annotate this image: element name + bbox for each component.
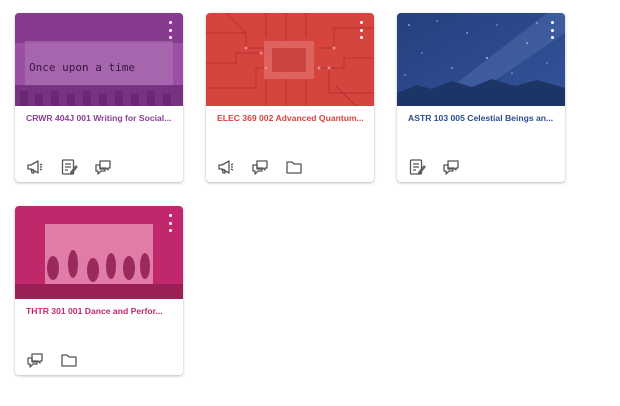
course-card[interactable]: ASTR 103 005 Celestial Beings an...	[397, 13, 565, 182]
course-dashboard: Once upon a time CRWR 404J 001 Writing f…	[0, 0, 620, 406]
card-options-menu-button[interactable]	[547, 21, 557, 39]
circuit-board-image	[206, 13, 374, 106]
course-title-link[interactable]: THTR 301 001 Dance and Perfor...	[26, 306, 176, 316]
card-options-menu-button[interactable]	[165, 21, 175, 39]
course-card-hero-image[interactable]: Once upon a time	[15, 13, 183, 106]
course-card[interactable]: Once upon a time CRWR 404J 001 Writing f…	[15, 13, 183, 182]
assignments-icon[interactable]	[60, 158, 78, 176]
card-action-bar	[217, 158, 303, 176]
discussions-icon[interactable]	[26, 351, 44, 369]
card-action-bar	[408, 158, 460, 176]
discussions-icon[interactable]	[251, 158, 269, 176]
course-title-link[interactable]: ASTR 103 005 Celestial Beings an...	[408, 113, 558, 123]
course-title-link[interactable]: CRWR 404J 001 Writing for Social...	[26, 113, 176, 123]
card-action-bar	[26, 158, 112, 176]
discussions-icon[interactable]	[442, 158, 460, 176]
typewriter-image: Once upon a time	[15, 13, 183, 106]
files-icon[interactable]	[285, 158, 303, 176]
card-action-bar	[26, 351, 78, 369]
course-title-link[interactable]: ELEC 369 002 Advanced Quantum...	[217, 113, 367, 123]
milky-way-image	[397, 13, 565, 106]
assignments-icon[interactable]	[408, 158, 426, 176]
card-options-menu-button[interactable]	[356, 21, 366, 39]
announcements-icon[interactable]	[217, 158, 235, 176]
course-card-hero-image[interactable]	[397, 13, 565, 106]
course-card[interactable]: THTR 301 001 Dance and Perfor...	[15, 206, 183, 375]
hero-typed-text: Once upon a time	[29, 61, 135, 74]
course-card-hero-image[interactable]	[206, 13, 374, 106]
card-options-menu-button[interactable]	[165, 214, 175, 232]
announcements-icon[interactable]	[26, 158, 44, 176]
files-icon[interactable]	[60, 351, 78, 369]
course-card[interactable]: ELEC 369 002 Advanced Quantum...	[206, 13, 374, 182]
course-card-hero-image[interactable]	[15, 206, 183, 299]
discussions-icon[interactable]	[94, 158, 112, 176]
dance-performance-image	[15, 206, 183, 299]
